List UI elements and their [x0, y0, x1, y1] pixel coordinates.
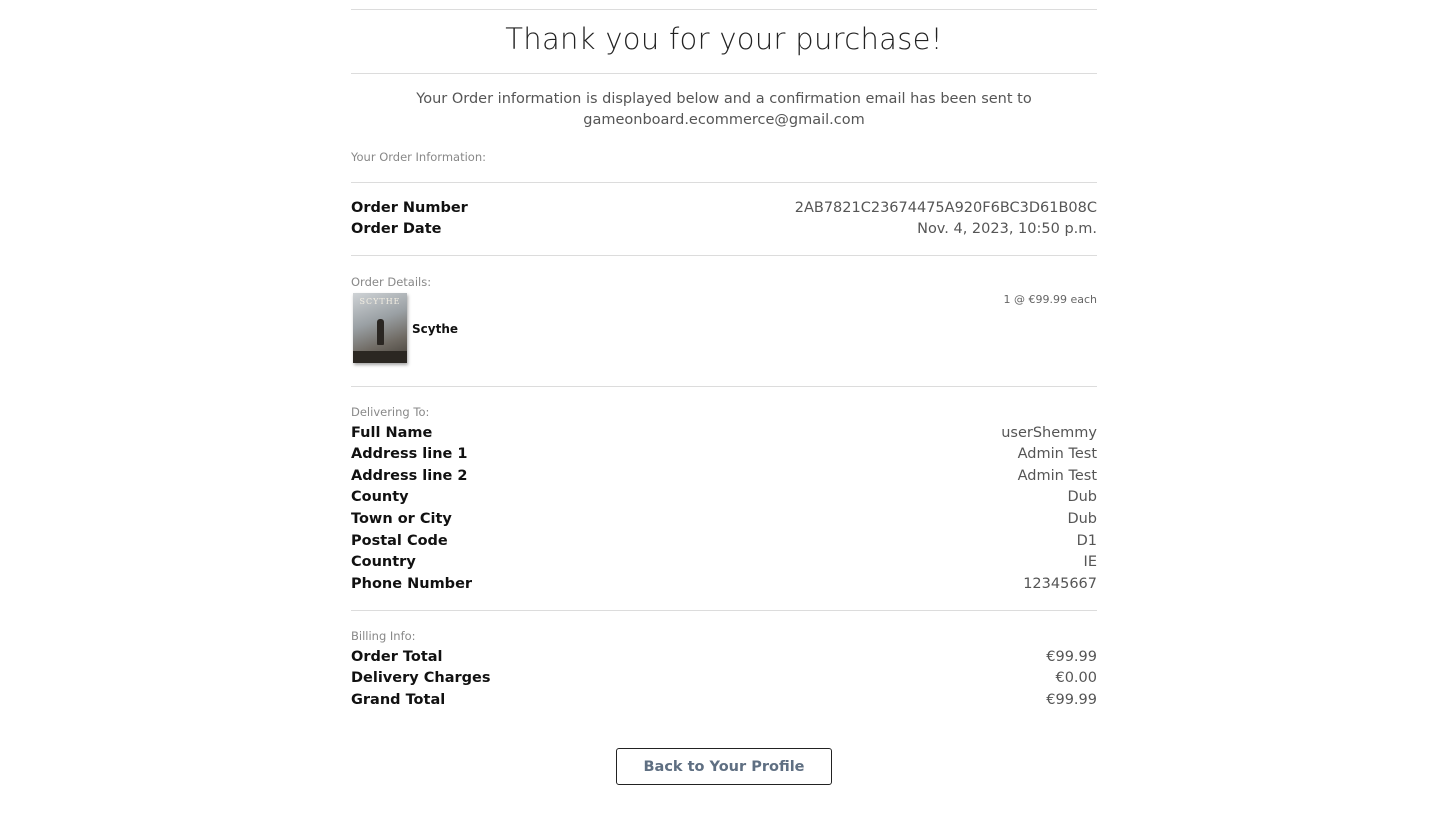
confirmation-email: gameonboard.ecommerce@gmail.com [583, 112, 865, 128]
divider [351, 610, 1097, 611]
row-key: Order Number [351, 200, 468, 216]
billing-row: Delivery Charges €0.00 [351, 667, 1097, 689]
row-key: Order Date [351, 221, 442, 237]
delivery-row: Address line 1 Admin Test [351, 443, 1097, 465]
delivery-row: Town or City Dub [351, 508, 1097, 530]
delivery-row: Phone Number 12345667 [351, 573, 1097, 595]
row-key: Phone Number [351, 576, 473, 592]
product-quantity: 1 @ €99.99 each [1003, 293, 1097, 306]
row-value: Admin Test [1017, 468, 1097, 484]
delivery-row: Address line 2 Admin Test [351, 465, 1097, 487]
product-name: Scythe [412, 322, 458, 336]
row-key: Order Total [351, 649, 443, 665]
row-key: County [351, 489, 409, 505]
product-image-figure [377, 319, 384, 345]
intro-line: Your Order information is displayed belo… [416, 91, 1032, 107]
back-to-profile-button[interactable]: Back to Your Profile [616, 748, 832, 785]
row-value: Dub [1067, 511, 1097, 527]
row-key: Delivery Charges [351, 670, 491, 686]
row-value: D1 [1076, 533, 1097, 549]
divider [351, 9, 1097, 10]
product-image: SCYTHE [353, 293, 407, 363]
divider [351, 182, 1097, 183]
row-key: Grand Total [351, 692, 446, 708]
row-key: Town or City [351, 511, 452, 527]
row-value: userShemmy [1001, 425, 1097, 441]
delivery-row: Country IE [351, 551, 1097, 573]
delivery-row: County Dub [351, 486, 1097, 508]
row-key: Address line 1 [351, 446, 468, 462]
page-title: Thank you for your purchase! [505, 22, 943, 56]
row-value: IE [1083, 554, 1097, 570]
delivery-row: Postal Code D1 [351, 530, 1097, 552]
row-value: 2AB7821C23674475A920F6BC3D61B08C [794, 200, 1097, 216]
row-value: 12345667 [1023, 576, 1097, 592]
row-key: Postal Code [351, 533, 448, 549]
row-value: Admin Test [1017, 446, 1097, 462]
row-key: Address line 2 [351, 468, 468, 484]
row-value: Nov. 4, 2023, 10:50 p.m. [917, 221, 1097, 237]
row-value: Dub [1067, 489, 1097, 505]
row-value: €99.99 [1046, 692, 1097, 708]
billing-row: Order Total €99.99 [351, 646, 1097, 668]
product-image-logo: SCYTHE [359, 297, 401, 306]
delivery-row: Full Name userShemmy [351, 422, 1097, 444]
delivery-label: Delivering To: [351, 405, 430, 419]
divider [351, 73, 1097, 74]
row-value: €0.00 [1055, 670, 1097, 686]
order-number-row: Order Number 2AB7821C23674475A920F6BC3D6… [351, 197, 1097, 219]
order-info-label: Your Order Information: [351, 150, 486, 164]
intro-text: Your Order information is displayed belo… [351, 89, 1097, 131]
row-key: Full Name [351, 425, 433, 441]
order-date-row: Order Date Nov. 4, 2023, 10:50 p.m. [351, 218, 1097, 240]
billing-row: Grand Total €99.99 [351, 689, 1097, 711]
product-image-base [353, 351, 407, 363]
divider [351, 255, 1097, 256]
row-key: Country [351, 554, 416, 570]
row-value: €99.99 [1046, 649, 1097, 665]
order-details-label: Order Details: [351, 275, 432, 289]
divider [351, 386, 1097, 387]
billing-label: Billing Info: [351, 629, 416, 643]
